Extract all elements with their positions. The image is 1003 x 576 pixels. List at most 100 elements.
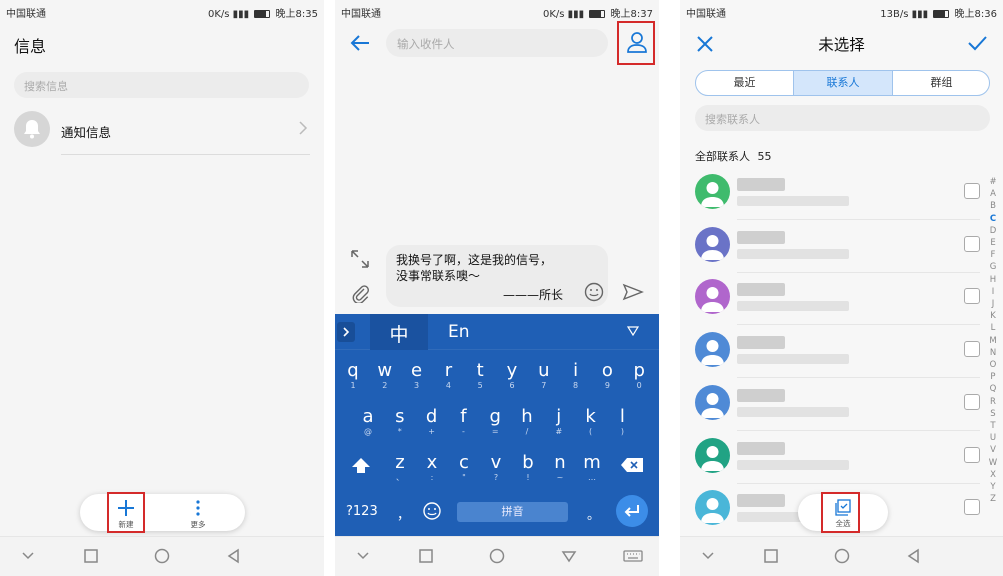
tab-recent[interactable]: 最近 (696, 71, 793, 95)
index-letter[interactable]: S (986, 408, 1000, 420)
index-letter[interactable]: J (986, 298, 1000, 310)
key-t[interactable]: t5 (465, 354, 495, 398)
search-input[interactable]: 搜索信息 (14, 72, 309, 98)
space-key[interactable]: 拼音 (457, 502, 568, 522)
key-r[interactable]: r4 (433, 354, 463, 398)
key-a[interactable]: a @ (353, 400, 383, 444)
index-letter[interactable]: K (986, 310, 1000, 322)
key-d[interactable]: d + (417, 400, 447, 444)
key-f[interactable]: f- (448, 400, 478, 444)
index-letter[interactable]: V (986, 444, 1000, 456)
index-letter[interactable]: R (986, 396, 1000, 408)
index-letter[interactable]: U (986, 432, 1000, 444)
index-letter[interactable]: N (986, 347, 1000, 359)
index-letter[interactable]: Z (986, 493, 1000, 505)
index-letter[interactable]: F (986, 249, 1000, 261)
hide-keyboard-icon[interactable] (561, 548, 577, 564)
keyboard-collapse-icon[interactable] (627, 326, 639, 336)
numeric-key[interactable]: ?123 (346, 504, 378, 519)
recent-apps-icon[interactable] (83, 548, 99, 564)
recent-apps-icon[interactable] (763, 548, 779, 564)
alphabet-index[interactable]: # A B C D E F G H I J K L M N O P Q R S T U V W X Y Z (986, 176, 1000, 505)
key-s[interactable]: s * (385, 400, 415, 444)
index-letter[interactable]: T (986, 420, 1000, 432)
index-letter[interactable]: M (986, 335, 1000, 347)
key-x[interactable]: x: (417, 446, 447, 490)
tab-contacts[interactable]: 联系人 (793, 71, 893, 95)
key-c[interactable]: c " (449, 446, 479, 490)
key-o[interactable]: o9 (592, 354, 622, 398)
comma-key[interactable]: ， (397, 504, 410, 523)
emoji-key-icon[interactable] (422, 501, 442, 521)
recipient-input[interactable]: 输入收件人 (386, 29, 608, 57)
index-letter[interactable]: G (986, 261, 1000, 273)
home-icon[interactable] (153, 548, 171, 566)
key-z[interactable]: z、 (385, 446, 415, 490)
chinese-mode-button[interactable]: 中 (370, 314, 428, 350)
index-letter[interactable]: I (986, 286, 1000, 298)
key-v[interactable]: v? (481, 446, 511, 490)
send-icon[interactable] (622, 283, 644, 301)
key-p[interactable]: p0 (624, 354, 654, 398)
index-letter[interactable]: Y (986, 481, 1000, 493)
back-arrow-icon[interactable] (349, 34, 371, 52)
period-key[interactable]: 。 (587, 504, 600, 523)
index-letter[interactable]: O (986, 359, 1000, 371)
recent-apps-icon[interactable] (418, 548, 434, 564)
keyboard-icon[interactable] (623, 548, 643, 564)
index-letter[interactable]: # (986, 176, 1000, 188)
key-q[interactable]: q1 (338, 354, 368, 398)
enter-key[interactable] (616, 495, 648, 527)
key-i[interactable]: i8 (561, 354, 591, 398)
index-letter[interactable]: B (986, 200, 1000, 212)
more-button[interactable]: 更多 (180, 494, 216, 531)
keyboard-expand-button[interactable] (337, 322, 355, 342)
back-triangle-icon[interactable] (226, 548, 242, 564)
contact-checkbox[interactable] (964, 499, 980, 516)
contact-checkbox[interactable] (964, 446, 980, 463)
index-letter[interactable]: A (986, 188, 1000, 200)
chevron-down-icon[interactable] (20, 548, 36, 564)
index-letter[interactable]: Q (986, 383, 1000, 395)
contact-checkbox[interactable] (964, 183, 980, 199)
key-e[interactable]: e3 (402, 354, 432, 398)
contact-checkbox[interactable] (964, 341, 980, 358)
home-icon[interactable] (488, 548, 506, 566)
english-mode-button[interactable]: En (448, 322, 470, 342)
checkmark-icon[interactable] (967, 35, 987, 51)
home-icon[interactable] (833, 548, 851, 566)
index-letter[interactable]: L (986, 322, 1000, 334)
key-b[interactable]: b! (513, 446, 543, 490)
key-h[interactable]: h / (512, 400, 542, 444)
key-y[interactable]: y6 (497, 354, 527, 398)
key-u[interactable]: u7 (529, 354, 559, 398)
key-k[interactable]: k( (576, 400, 606, 444)
contact-checkbox[interactable] (964, 235, 980, 252)
emoji-icon[interactable] (584, 282, 604, 302)
key-m[interactable]: m… (577, 446, 607, 490)
index-letter[interactable]: W (986, 457, 1000, 469)
expand-icon[interactable] (350, 249, 370, 269)
index-letter[interactable]: D (986, 225, 1000, 237)
index-letter[interactable]: X (986, 469, 1000, 481)
contact-checkbox[interactable] (964, 288, 980, 305)
attachment-icon[interactable] (350, 283, 370, 303)
key-j[interactable]: j # (544, 400, 574, 444)
index-letter[interactable]: H (986, 274, 1000, 286)
key-l[interactable]: l) (607, 400, 637, 444)
index-letter[interactable]: C (986, 213, 1000, 225)
key-w[interactable]: w2 (370, 354, 400, 398)
chevron-down-icon[interactable] (355, 548, 371, 564)
message-input[interactable]: 我换号了啊，这是我的信号， 没事常联系噢～ ———所长 (386, 245, 608, 307)
back-triangle-icon[interactable] (906, 548, 922, 564)
search-input[interactable]: 搜索联系人 (695, 105, 990, 131)
chevron-down-icon[interactable] (700, 548, 716, 564)
key-n[interactable]: n ~ (545, 446, 575, 490)
backspace-icon[interactable] (620, 457, 644, 473)
contact-checkbox[interactable] (964, 393, 980, 410)
tab-groups[interactable]: 群组 (893, 71, 989, 95)
index-letter[interactable]: P (986, 371, 1000, 383)
shift-icon[interactable] (350, 456, 372, 476)
key-g[interactable]: g = (480, 400, 510, 444)
index-letter[interactable]: E (986, 237, 1000, 249)
